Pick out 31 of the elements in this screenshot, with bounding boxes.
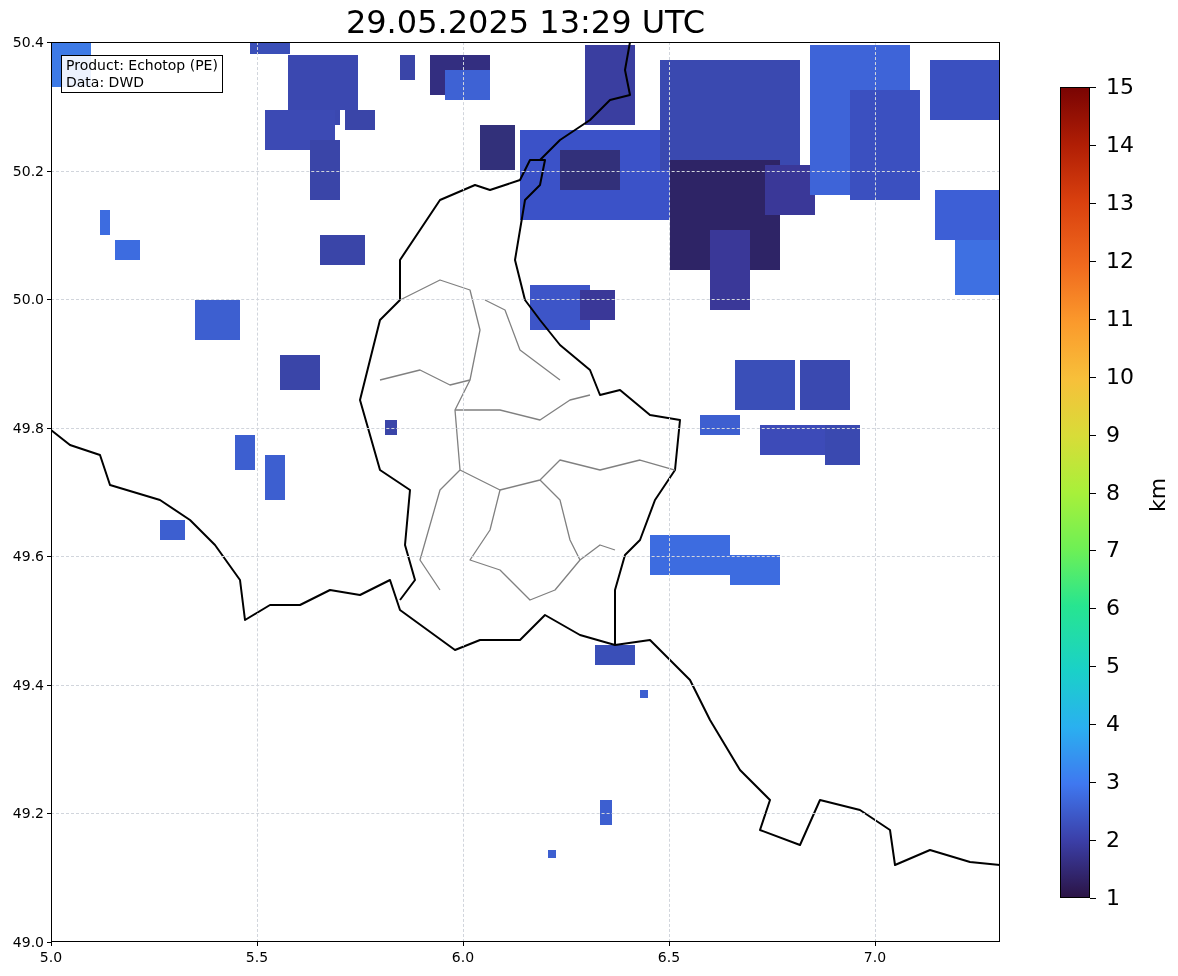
colorbar-tick-label: 15 xyxy=(1106,74,1134,100)
x-tick-label: 6.0 xyxy=(450,948,476,966)
y-tick-label: 49.2 xyxy=(11,804,44,823)
info-box: Product: Echotop (PE) Data: DWD xyxy=(61,55,223,93)
x-tick-label: 5.5 xyxy=(244,948,270,966)
y-tick-label: 50.0 xyxy=(11,290,44,309)
colorbar-tick-label: 5 xyxy=(1106,653,1120,680)
colorbar-tick-label: 7 xyxy=(1106,537,1120,564)
colorbar-tick-label: 1 xyxy=(1106,885,1120,911)
x-tick-label: 5.0 xyxy=(38,948,64,966)
x-tick-label: 7.0 xyxy=(862,948,888,966)
x-tick-label: 6.5 xyxy=(656,948,682,966)
y-tick-label: 50.2 xyxy=(11,161,44,180)
colorbar-tick-label: 14 xyxy=(1106,131,1134,158)
colorbar-tick-label: 2 xyxy=(1106,827,1120,854)
y-tick-label: 49.8 xyxy=(11,418,44,437)
colorbar-tick-label: 6 xyxy=(1106,595,1120,622)
chart-title: 29.05.2025 13:29 UTC xyxy=(344,2,707,42)
colorbar-tick-label: 13 xyxy=(1106,189,1134,216)
y-tick-label: 49.0 xyxy=(11,933,44,951)
colorbar-tick-label: 8 xyxy=(1106,479,1120,506)
colorbar-tick-label: 3 xyxy=(1106,769,1120,796)
colorbar-tick-label: 10 xyxy=(1106,363,1134,390)
y-tick-label: 49.6 xyxy=(11,547,44,566)
colorbar-label: km xyxy=(1143,480,1171,510)
y-tick-label: 50.4 xyxy=(11,33,44,51)
colorbar-tick-label: 4 xyxy=(1106,711,1120,738)
colorbar-tick-label: 9 xyxy=(1106,421,1120,448)
y-tick-label: 49.4 xyxy=(11,675,44,694)
colorbar-tick-label: 12 xyxy=(1106,247,1134,274)
colorbar-tick-label: 11 xyxy=(1106,305,1134,332)
